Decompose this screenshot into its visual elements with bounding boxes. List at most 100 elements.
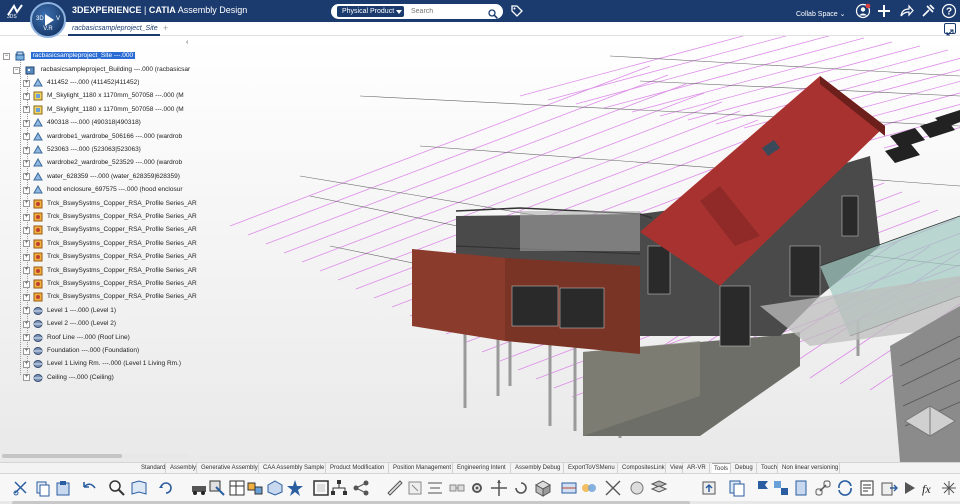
align-icon[interactable] xyxy=(426,479,444,497)
render-icon[interactable] xyxy=(628,479,646,497)
tree-item[interactable]: +490318 ---.000 (490318|490318) xyxy=(23,117,141,129)
instance-icon[interactable] xyxy=(792,479,810,497)
tree-item[interactable]: + M_Skylight_1180 x 1170mm_507058 ---.000… xyxy=(23,104,184,116)
tree-expander[interactable]: + xyxy=(23,133,30,141)
undo-icon[interactable] xyxy=(80,479,98,497)
tree-expander[interactable]: + xyxy=(23,173,30,181)
collab-space-selector[interactable]: Collab Space ⌄ xyxy=(796,10,845,18)
tree-item[interactable]: + Trck_BswySystms_Copper_RSA_Profile Seri… xyxy=(23,251,197,263)
tree-expander[interactable]: + xyxy=(23,307,30,315)
layers-icon[interactable] xyxy=(650,479,668,497)
cut-icon[interactable] xyxy=(12,479,30,497)
search-icon[interactable] xyxy=(488,6,498,19)
parts-icon[interactable] xyxy=(246,479,264,497)
section-icon[interactable] xyxy=(560,479,578,497)
tree-item[interactable]: + Trck_BswySystms_Copper_RSA_Profile Seri… xyxy=(23,278,197,290)
tree-expander[interactable]: + xyxy=(23,92,30,100)
copy-files-icon[interactable] xyxy=(728,479,746,497)
tree-root[interactable]: − racbasicsampleproject_Site ---.000 xyxy=(3,50,136,62)
tree-expander[interactable]: + xyxy=(23,334,30,342)
book-icon[interactable] xyxy=(130,479,148,497)
tree-item[interactable]: + Level 1 Living Rm. ---.000 (Level 1 Liv… xyxy=(23,358,181,370)
tree-item[interactable]: + Level 2 ---.000 (Level 2) xyxy=(23,318,116,330)
paste-icon[interactable] xyxy=(54,479,72,497)
tree-item[interactable]: + Trck_BswySystms_Copper_RSA_Profile Seri… xyxy=(23,211,197,223)
tree-expander[interactable]: + xyxy=(23,119,30,127)
tree-expander[interactable]: + xyxy=(23,293,30,301)
tree-item[interactable]: + Trck_BswySystms_Copper_RSA_Profile Seri… xyxy=(23,238,197,250)
tree-item[interactable]: + water_628359 ---.000 (water_628359|6283… xyxy=(23,171,180,183)
tree-item[interactable]: + Trck_BswySystms_Copper_RSA_Profile Seri… xyxy=(23,265,197,277)
tree-expander[interactable]: + xyxy=(23,226,30,234)
tree-item[interactable]: + Foundation ---.000 (Foundation) xyxy=(23,345,139,357)
tree-expander[interactable]: + xyxy=(23,320,30,328)
tree-expander[interactable]: − xyxy=(13,66,20,74)
tag-icon[interactable] xyxy=(510,4,524,18)
search-scope-dropdown[interactable]: Physical Product xyxy=(337,6,405,17)
tree-item[interactable]: + Trck_BswySystms_Copper_RSA_Profile Seri… xyxy=(23,291,197,303)
tree-expander[interactable]: + xyxy=(23,186,30,194)
expand-icon[interactable] xyxy=(944,23,956,36)
car-icon[interactable] xyxy=(190,479,208,497)
tree-item[interactable]: + Level 1 ---.000 (Level 1) xyxy=(23,305,116,317)
refresh-icon[interactable] xyxy=(157,479,175,497)
link-icon[interactable] xyxy=(814,479,832,497)
tree-item[interactable]: + Ceiling ---.000 (Ceiling) xyxy=(23,372,114,384)
formula-icon[interactable]: fx xyxy=(920,479,938,497)
tree-item[interactable]: + M_Skylight_1180 x 1170mm_507058 ---.000… xyxy=(23,90,184,102)
tree-scrollbar-thumb[interactable] xyxy=(2,454,122,458)
add-icon[interactable] xyxy=(876,3,892,19)
tree-expander[interactable]: + xyxy=(23,280,30,288)
tree-scrollbar[interactable] xyxy=(2,454,188,458)
tree-item[interactable]: + Trck_BswySystms_Copper_RSA_Profile Seri… xyxy=(23,198,197,210)
tree-expander[interactable]: + xyxy=(23,200,30,208)
assembly-icon[interactable] xyxy=(266,479,284,497)
rotate-icon[interactable] xyxy=(512,479,530,497)
tools-icon[interactable] xyxy=(920,3,936,19)
measure-icon[interactable] xyxy=(386,479,404,497)
clash-icon[interactable] xyxy=(580,479,598,497)
table-icon[interactable] xyxy=(228,479,246,497)
tree-item[interactable]: + wardrobe1_wardrobe_506166 ---.000 (ward… xyxy=(23,131,182,143)
network-icon[interactable] xyxy=(352,479,370,497)
tree-item[interactable]: + wardrobe2_wardrobe_523529 ---.000 (ward… xyxy=(23,157,182,169)
tree-expander[interactable]: + xyxy=(23,360,30,368)
tree-expander[interactable]: + xyxy=(23,347,30,355)
flag-icon[interactable] xyxy=(754,479,772,497)
star-icon[interactable] xyxy=(286,479,304,497)
tree-expander[interactable]: + xyxy=(23,106,30,114)
tree-item[interactable]: + hood enclosure_697575 ---.000 (hood enc… xyxy=(23,184,183,196)
tree-item[interactable]: + Roof Line ---.000 (Roof Line) xyxy=(23,332,130,344)
tree-expander[interactable]: + xyxy=(23,79,30,87)
share-icon[interactable] xyxy=(898,3,914,19)
sync-icon[interactable] xyxy=(836,479,854,497)
cube-icon[interactable] xyxy=(534,479,552,497)
copy-icon[interactable] xyxy=(34,479,52,497)
tree-expander[interactable]: + xyxy=(23,213,30,221)
snap-icon[interactable] xyxy=(406,479,424,497)
tree-item[interactable]: + Trck_BswySystms_Copper_RSA_Profile Seri… xyxy=(23,224,197,236)
move-icon[interactable] xyxy=(490,479,508,497)
tree-expander[interactable]: + xyxy=(23,267,30,275)
tree-expander[interactable]: − xyxy=(3,52,10,60)
user-icon[interactable] xyxy=(855,3,871,19)
compass-button[interactable]: 3D V V.R xyxy=(30,2,66,38)
add-tab-button[interactable]: + xyxy=(163,23,168,33)
constraint-icon[interactable] xyxy=(448,479,466,497)
tree-item[interactable]: +411452 ---.000 (411452|411452) xyxy=(23,77,139,89)
tree-expander[interactable]: + xyxy=(23,159,30,167)
select-icon[interactable] xyxy=(208,479,226,497)
search-input[interactable] xyxy=(411,6,486,17)
zoom-icon[interactable] xyxy=(108,479,126,497)
tab-active-document[interactable]: racbasicsampleproject_Site xyxy=(68,22,160,36)
tree-expander[interactable]: + xyxy=(23,146,30,154)
3ds-logo-icon[interactable]: 3DS xyxy=(6,3,24,20)
tree-item[interactable]: +523063 ---.000 (523063|523063) xyxy=(23,144,141,156)
export-icon[interactable] xyxy=(880,479,898,497)
replace-icon[interactable] xyxy=(772,479,790,497)
tree-expander[interactable]: + xyxy=(23,374,30,382)
tree-building[interactable]: − racbasicsampleproject_Building ---.000… xyxy=(13,64,190,76)
tree-expander[interactable]: + xyxy=(23,253,30,261)
collapse-tree-button[interactable]: ‹ xyxy=(186,39,188,46)
report-icon[interactable] xyxy=(858,479,876,497)
